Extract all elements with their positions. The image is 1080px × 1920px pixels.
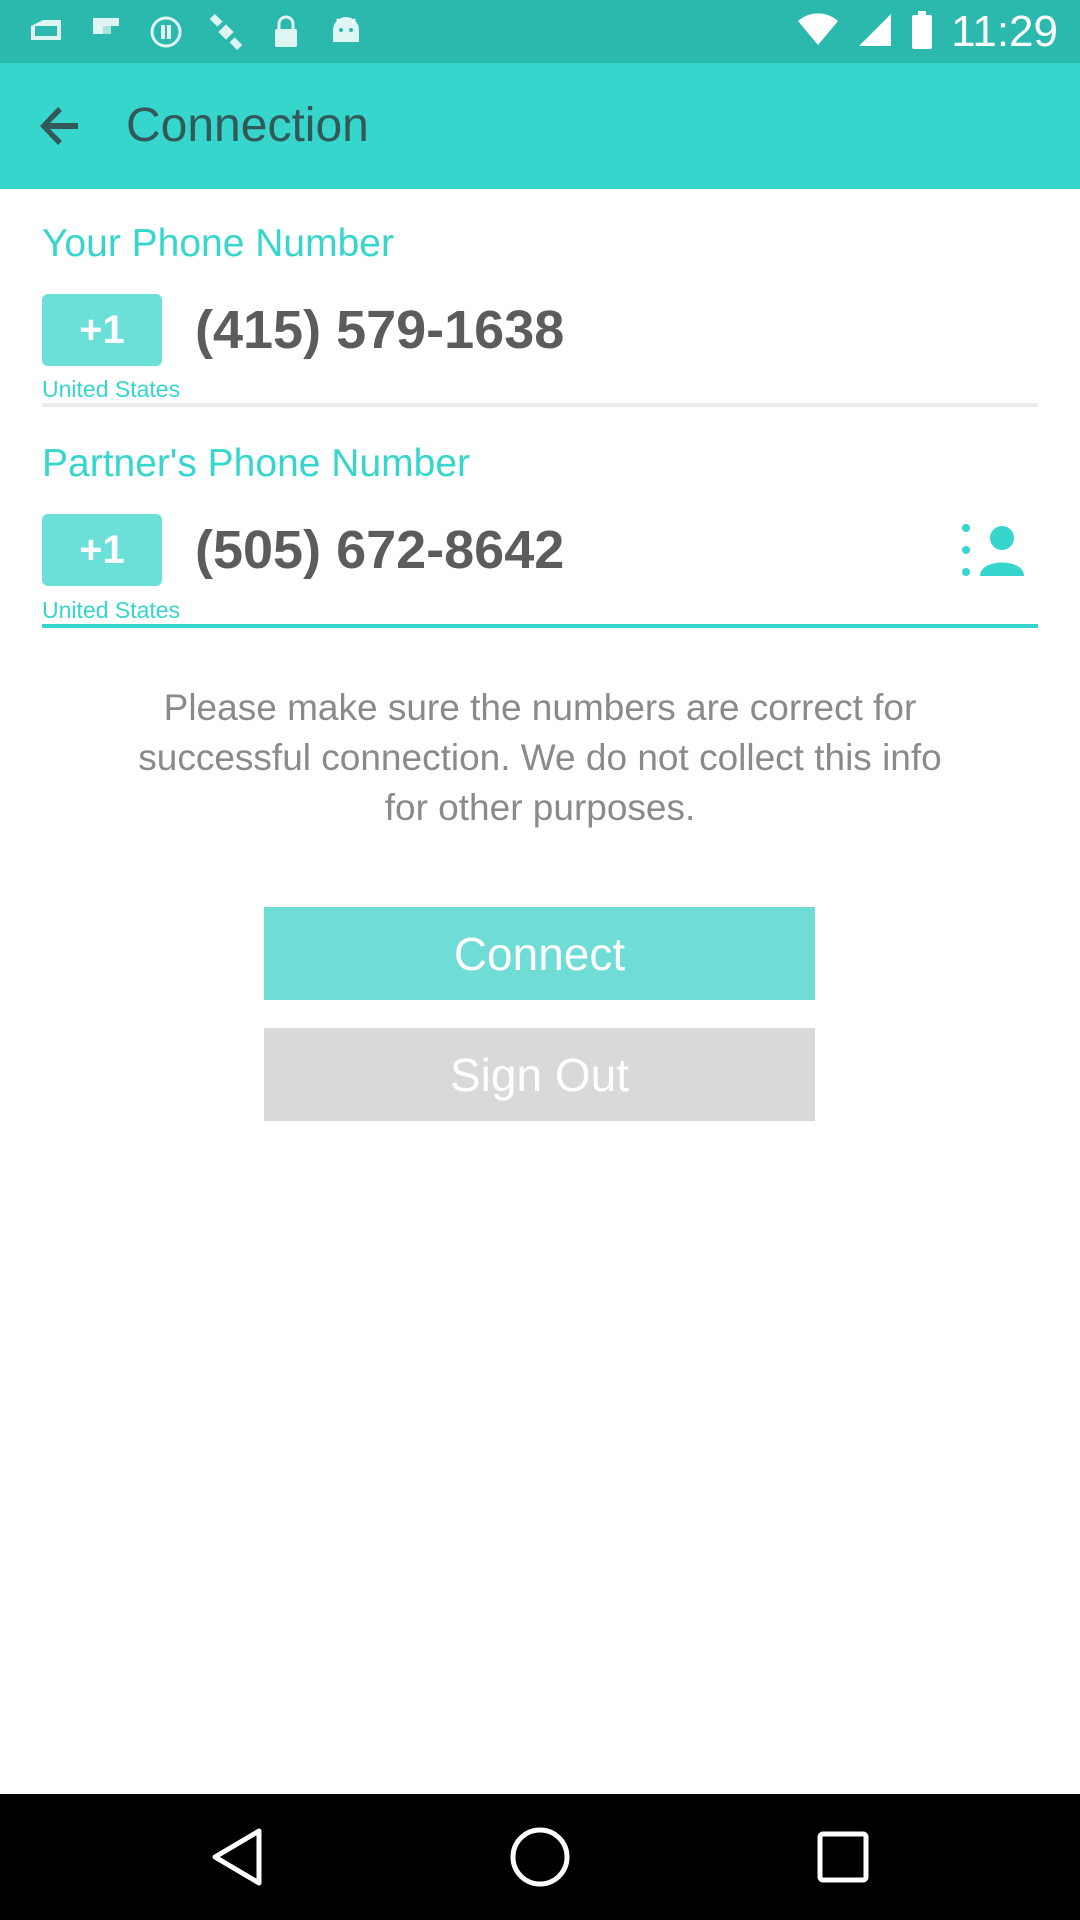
partner-phone-label: Partner's Phone Number bbox=[42, 442, 470, 485]
mail-icon bbox=[28, 14, 64, 50]
clock: 11:29 bbox=[951, 7, 1058, 56]
flipboard-icon bbox=[88, 14, 124, 50]
partner-country-code-button[interactable]: +1 bbox=[42, 514, 162, 586]
your-phone-divider bbox=[42, 403, 1038, 407]
system-status: 11:29 bbox=[797, 7, 1058, 56]
your-country-label: United States bbox=[42, 376, 181, 402]
back-triangle-icon[interactable] bbox=[202, 1822, 272, 1892]
sign-out-button[interactable]: Sign Out bbox=[264, 1028, 815, 1121]
partner-phone-input[interactable]: (505) 672-8642 bbox=[195, 519, 564, 581]
privacy-note: Please make sure the numbers are correct… bbox=[138, 687, 942, 828]
connect-button[interactable]: Connect bbox=[264, 907, 815, 1000]
notification-icons bbox=[28, 12, 364, 52]
status-bar: 11:29 bbox=[0, 0, 1080, 63]
lock-icon bbox=[268, 14, 304, 50]
your-country-code-button[interactable]: +1 bbox=[42, 294, 162, 366]
battery-icon bbox=[911, 10, 933, 54]
android-icon bbox=[328, 14, 364, 50]
contact-picker-icon[interactable] bbox=[952, 520, 1032, 580]
your-phone-label: Your Phone Number bbox=[42, 222, 394, 265]
navigation-bar bbox=[0, 1794, 1080, 1920]
back-arrow-icon[interactable] bbox=[30, 96, 90, 156]
your-phone-input[interactable]: (415) 579-1638 bbox=[195, 299, 564, 361]
partner-phone-divider bbox=[42, 624, 1038, 628]
fake-gps-icon bbox=[148, 14, 184, 50]
cellular-signal-icon bbox=[857, 12, 893, 53]
page-title: Connection bbox=[126, 99, 369, 152]
app-bar: Connection bbox=[0, 63, 1080, 189]
recents-square-icon[interactable] bbox=[808, 1822, 878, 1892]
home-circle-icon[interactable] bbox=[505, 1822, 575, 1892]
satellite-icon bbox=[208, 13, 244, 51]
wifi-icon bbox=[797, 12, 839, 52]
partner-country-label: United States bbox=[42, 597, 181, 623]
